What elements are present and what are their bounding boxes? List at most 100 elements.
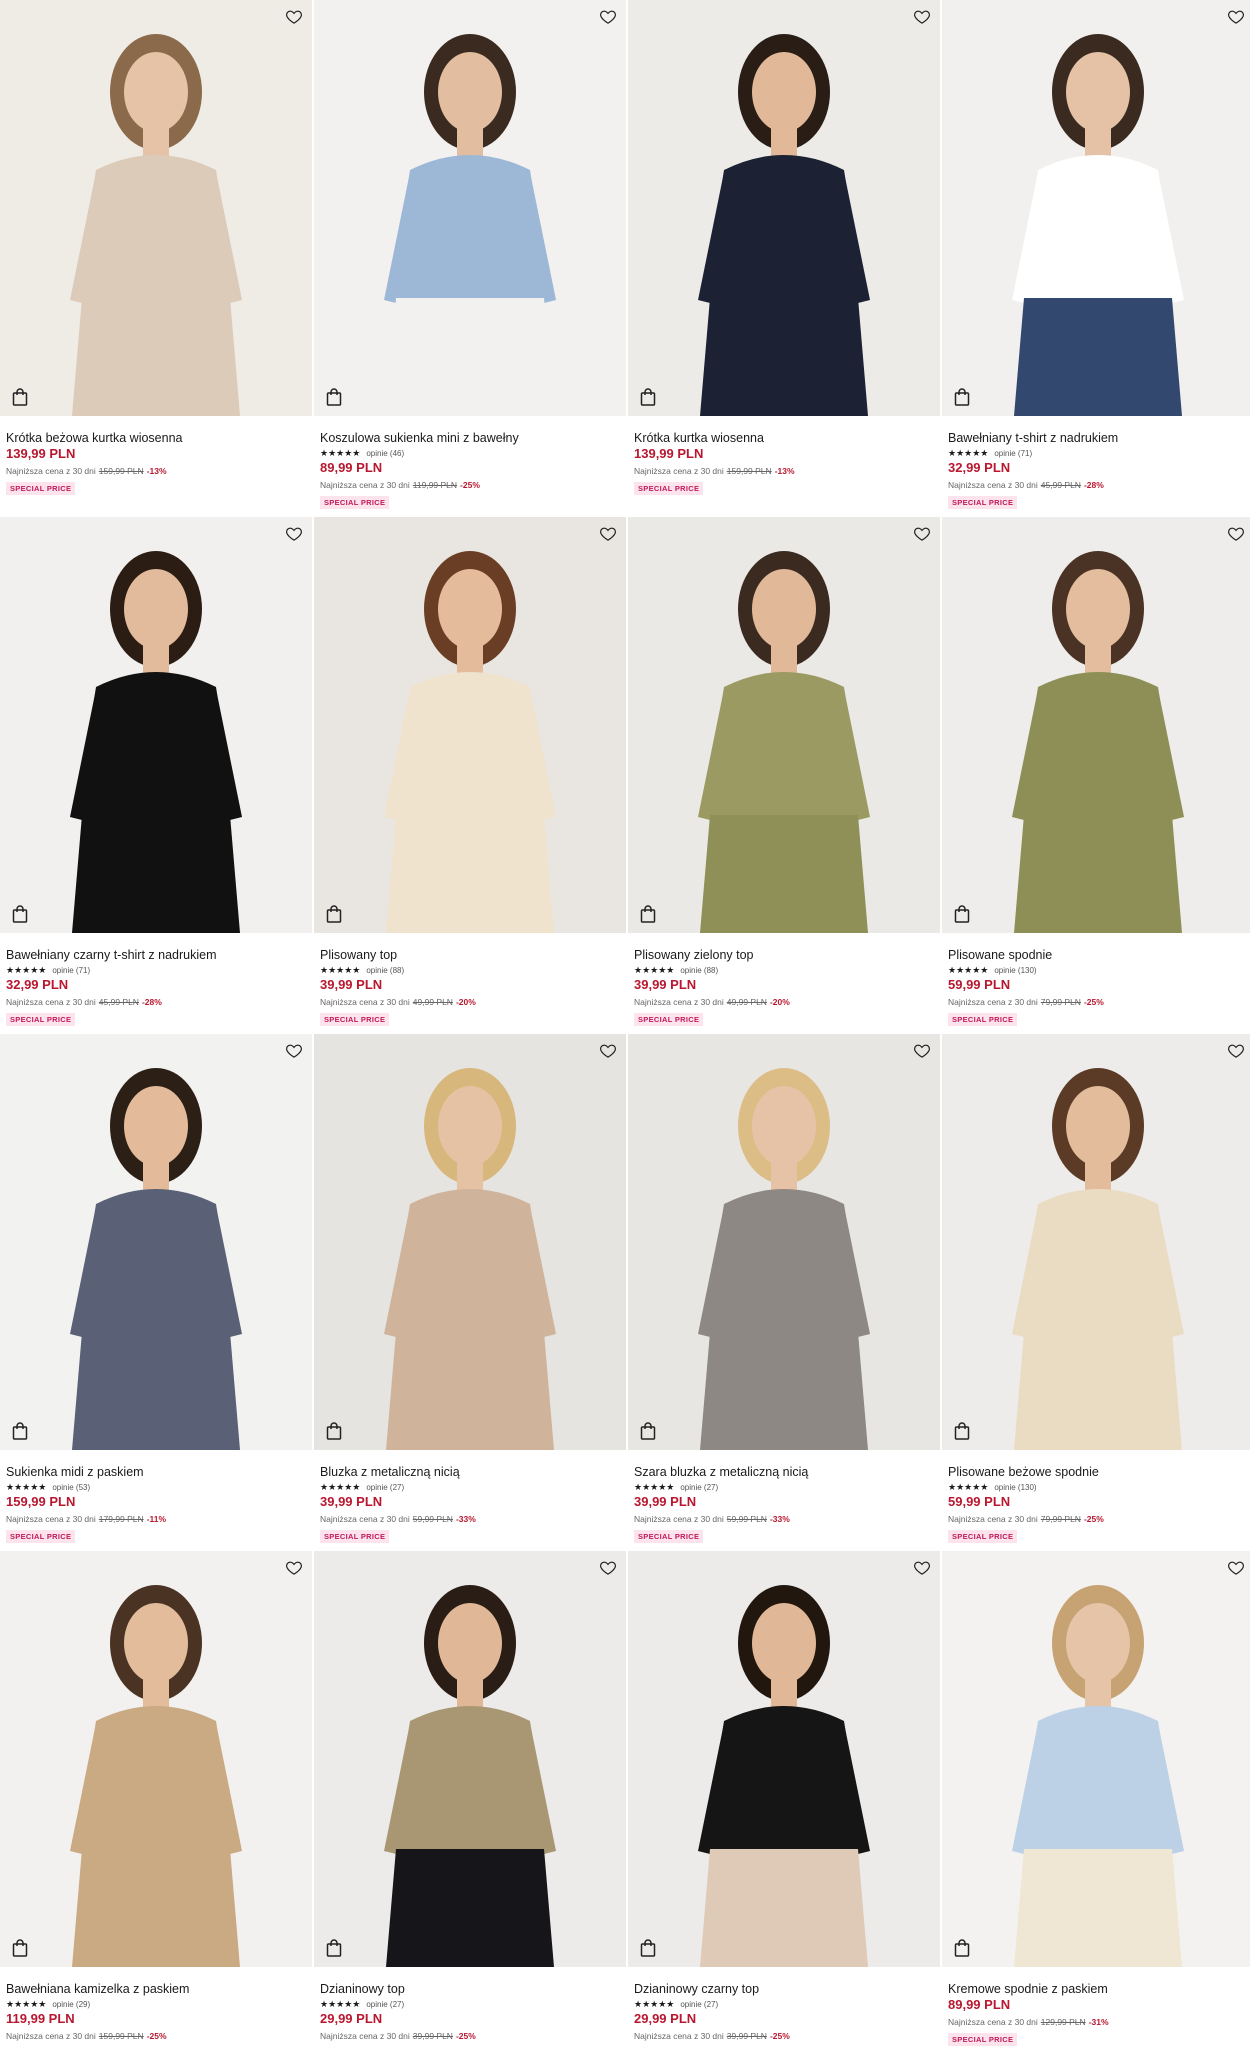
product-card[interactable]: Sukienka midi z paskiem ★★★★★ opinie (53… <box>0 1034 312 1551</box>
shopping-bag-icon[interactable] <box>954 1422 972 1440</box>
shopping-bag-icon[interactable] <box>12 905 30 923</box>
shopping-bag-icon[interactable] <box>12 1939 30 1957</box>
lowest-price-label: Najniższa cena z 30 dni <box>6 2031 96 2041</box>
shopping-bag-icon[interactable] <box>326 388 344 406</box>
garment-bottom <box>700 1849 868 1967</box>
shopping-bag-icon[interactable] <box>640 388 658 406</box>
product-card[interactable]: Plisowany top ★★★★★ opinie (88) 39,99 PL… <box>314 517 626 1034</box>
rating: ★★★★★ opinie (88) <box>634 964 934 977</box>
product-name[interactable]: Dzianinowy czarny top <box>634 1981 934 1997</box>
heart-icon[interactable] <box>912 1557 932 1577</box>
product-name[interactable]: Plisowane beżowe spodnie <box>948 1464 1248 1480</box>
product-image[interactable] <box>314 517 626 933</box>
product-image[interactable] <box>314 0 626 416</box>
product-name[interactable]: Krótka kurtka wiosenna <box>634 430 934 446</box>
heart-icon[interactable] <box>284 6 304 26</box>
special-price-badge: SPECIAL PRICE <box>948 1013 1018 1026</box>
product-name[interactable]: Plisowane spodnie <box>948 947 1248 963</box>
product-image[interactable] <box>942 1034 1250 1450</box>
product-name[interactable]: Bawełniany czarny t-shirt z nadrukiem <box>6 947 306 963</box>
discount: -20% <box>455 997 476 1007</box>
product-card[interactable]: Plisowany zielony top ★★★★★ opinie (88) … <box>628 517 940 1034</box>
product-card[interactable]: Krótka kurtka wiosenna 139,99 PLN Najniż… <box>628 0 940 517</box>
heart-icon[interactable] <box>284 523 304 543</box>
product-image[interactable] <box>0 517 312 933</box>
heart-icon[interactable] <box>284 1040 304 1060</box>
product-image[interactable] <box>942 517 1250 933</box>
model-photo <box>314 1034 626 1450</box>
product-name[interactable]: Plisowany top <box>320 947 620 963</box>
product-card[interactable]: Bawełniany czarny t-shirt z nadrukiem ★★… <box>0 517 312 1034</box>
heart-icon[interactable] <box>598 6 618 26</box>
special-price-badge: SPECIAL PRICE <box>634 1013 704 1026</box>
product-image[interactable] <box>942 0 1250 416</box>
old-price: 79,99 PLN <box>1040 997 1081 1007</box>
product-card[interactable]: Plisowane spodnie ★★★★★ opinie (130) 59,… <box>942 517 1250 1034</box>
product-name[interactable]: Dzianinowy top <box>320 1981 620 1997</box>
product-card[interactable]: Kremowe spodnie z paskiem 89,99 PLN Najn… <box>942 1551 1250 2068</box>
heart-icon[interactable] <box>1226 523 1246 543</box>
product-card[interactable]: Krótka beżowa kurtka wiosenna 139,99 PLN… <box>0 0 312 517</box>
shopping-bag-icon[interactable] <box>954 388 972 406</box>
heart-icon[interactable] <box>1226 1040 1246 1060</box>
product-name[interactable]: Bawełniana kamizelka z paskiem <box>6 1981 306 1997</box>
shopping-bag-icon[interactable] <box>12 388 30 406</box>
product-image[interactable] <box>0 1034 312 1450</box>
heart-icon[interactable] <box>598 523 618 543</box>
shopping-bag-icon[interactable] <box>640 905 658 923</box>
product-image[interactable] <box>0 1551 312 1967</box>
model-photo <box>942 1551 1250 1967</box>
product-name[interactable]: Bawełniany t-shirt z nadrukiem <box>948 430 1248 446</box>
product-card[interactable]: Koszulowa sukienka mini z bawełny ★★★★★ … <box>314 0 626 517</box>
heart-icon[interactable] <box>598 1557 618 1577</box>
product-image[interactable] <box>0 0 312 416</box>
heart-icon[interactable] <box>284 1557 304 1577</box>
lowest-price-label: Najniższa cena z 30 dni <box>948 997 1038 1007</box>
product-image[interactable] <box>942 1551 1250 1967</box>
heart-icon[interactable] <box>1226 1557 1246 1577</box>
shopping-bag-icon[interactable] <box>326 1422 344 1440</box>
face <box>438 52 502 132</box>
shopping-bag-icon[interactable] <box>12 1422 30 1440</box>
review-count: opinie (130) <box>994 1483 1037 1492</box>
shopping-bag-icon[interactable] <box>954 1939 972 1957</box>
product-card[interactable]: Bawełniany t-shirt z nadrukiem ★★★★★ opi… <box>942 0 1250 517</box>
price: 39,99 PLN <box>320 977 383 992</box>
product-image[interactable] <box>628 0 940 416</box>
product-name[interactable]: Szara bluzka z metaliczną nicią <box>634 1464 934 1480</box>
shopping-bag-icon[interactable] <box>954 905 972 923</box>
heart-icon[interactable] <box>1226 6 1246 26</box>
special-price-badge: SPECIAL PRICE <box>6 482 76 495</box>
product-card[interactable]: Dzianinowy czarny top ★★★★★ opinie (27) … <box>628 1551 940 2068</box>
shopping-bag-icon[interactable] <box>326 905 344 923</box>
product-name[interactable]: Sukienka midi z paskiem <box>6 1464 306 1480</box>
product-image[interactable] <box>628 517 940 933</box>
heart-icon[interactable] <box>912 1040 932 1060</box>
product-card[interactable]: Szara bluzka z metaliczną nicią ★★★★★ op… <box>628 1034 940 1551</box>
product-name[interactable]: Bluzka z metaliczną nicią <box>320 1464 620 1480</box>
product-name[interactable]: Plisowany zielony top <box>634 947 934 963</box>
product-image[interactable] <box>314 1551 626 1967</box>
product-card[interactable]: Bawełniana kamizelka z paskiem ★★★★★ opi… <box>0 1551 312 2068</box>
product-card[interactable]: Dzianinowy top ★★★★★ opinie (27) 29,99 P… <box>314 1551 626 2068</box>
product-name[interactable]: Koszulowa sukienka mini z bawełny <box>320 430 620 446</box>
product-image[interactable] <box>628 1551 940 1967</box>
shopping-bag-icon[interactable] <box>640 1939 658 1957</box>
product-card[interactable]: Bluzka z metaliczną nicią ★★★★★ opinie (… <box>314 1034 626 1551</box>
old-price: 179,99 PLN <box>98 1514 144 1524</box>
shopping-bag-icon[interactable] <box>326 1939 344 1957</box>
special-price-badge: SPECIAL PRICE <box>320 496 390 509</box>
product-name[interactable]: Kremowe spodnie z paskiem <box>948 1981 1248 1997</box>
product-name[interactable]: Krótka beżowa kurtka wiosenna <box>6 430 306 446</box>
review-count: opinie (71) <box>994 449 1033 458</box>
heart-icon[interactable] <box>912 523 932 543</box>
heart-icon[interactable] <box>912 6 932 26</box>
heart-icon[interactable] <box>598 1040 618 1060</box>
product-image[interactable] <box>628 1034 940 1450</box>
old-price: 49,99 PLN <box>726 997 767 1007</box>
model-photo <box>942 0 1250 416</box>
shopping-bag-icon[interactable] <box>640 1422 658 1440</box>
product-card[interactable]: Plisowane beżowe spodnie ★★★★★ opinie (1… <box>942 1034 1250 1551</box>
price: 39,99 PLN <box>634 977 697 992</box>
product-image[interactable] <box>314 1034 626 1450</box>
